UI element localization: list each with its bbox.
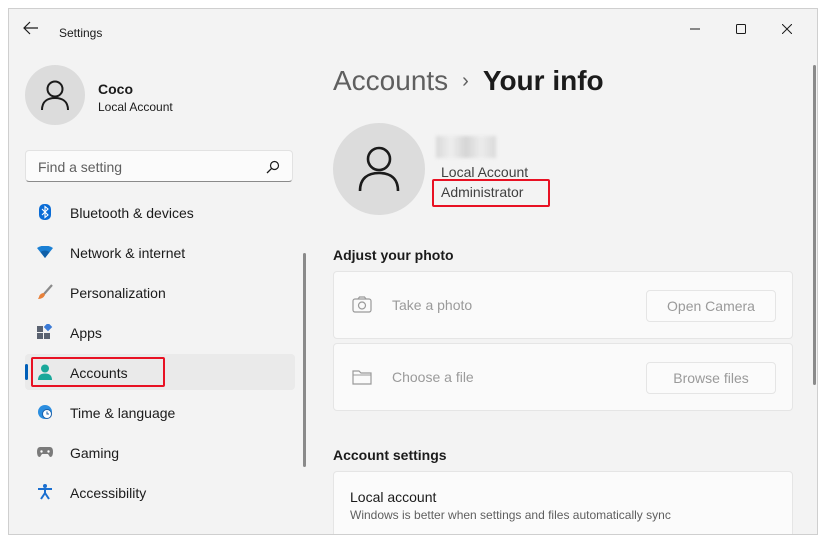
- search-icon[interactable]: [266, 160, 280, 174]
- bluetooth-icon: [37, 204, 53, 220]
- account-settings-heading: Account settings: [333, 447, 447, 463]
- back-arrow-icon: [23, 21, 38, 35]
- sidebar-item-label: Apps: [70, 325, 102, 341]
- minimize-icon: [690, 28, 700, 30]
- sidebar-item-label: Personalization: [70, 285, 166, 301]
- accessibility-icon: [37, 484, 53, 500]
- sidebar-item-label: Bluetooth & devices: [70, 205, 194, 221]
- user-icon: [41, 80, 69, 111]
- back-button[interactable]: [23, 21, 43, 37]
- choose-file-card: Choose a file Browse files: [333, 343, 793, 411]
- gamepad-icon: [37, 444, 53, 460]
- sidebar-scrollbar[interactable]: [303, 253, 306, 467]
- sidebar-item-label: Network & internet: [70, 245, 186, 261]
- user-avatar: [333, 123, 425, 215]
- local-account-description: Windows is better when settings and file…: [350, 508, 671, 522]
- sidebar-item-label: Gaming: [70, 445, 120, 461]
- selection-indicator: [25, 364, 28, 380]
- take-photo-card: Take a photo Open Camera: [333, 271, 793, 339]
- brush-icon: [37, 284, 53, 300]
- breadcrumb: Accounts › Your info: [333, 65, 604, 97]
- content-scrollbar[interactable]: [813, 65, 816, 385]
- user-icon: [358, 146, 400, 192]
- sidebar-item-apps[interactable]: Apps: [25, 314, 295, 350]
- user-account-type: Local Account: [441, 164, 529, 180]
- globe-clock-icon: [37, 404, 53, 420]
- sidebar-item-network[interactable]: Network & internet: [25, 234, 295, 270]
- sidebar-item-accessibility[interactable]: Accessibility: [25, 474, 295, 510]
- breadcrumb-parent[interactable]: Accounts: [333, 65, 448, 97]
- minimize-button[interactable]: [672, 15, 718, 43]
- chevron-right-icon: ›: [462, 69, 469, 92]
- browse-files-button[interactable]: Browse files: [646, 362, 776, 394]
- maximize-icon: [736, 24, 746, 34]
- camera-icon: [352, 296, 372, 313]
- search-box[interactable]: [25, 150, 293, 182]
- close-icon: [782, 24, 792, 34]
- sidebar-item-accounts[interactable]: Accounts: [25, 354, 295, 390]
- folder-icon: [352, 370, 372, 385]
- highlight-box: [31, 357, 165, 387]
- profile-name: Coco: [98, 81, 133, 97]
- sidebar-item-gaming[interactable]: Gaming: [25, 434, 295, 470]
- title-bar: Settings: [9, 9, 817, 49]
- local-account-title: Local account: [350, 489, 437, 505]
- maximize-button[interactable]: [718, 15, 764, 43]
- local-account-card[interactable]: Local account Windows is better when set…: [333, 471, 793, 534]
- blurred-username: [436, 136, 496, 158]
- highlight-box: [432, 179, 550, 207]
- adjust-photo-heading: Adjust your photo: [333, 247, 454, 263]
- choose-file-label: Choose a file: [392, 369, 474, 385]
- sidebar-item-bluetooth[interactable]: Bluetooth & devices: [25, 194, 295, 230]
- search-input[interactable]: [36, 156, 260, 178]
- sidebar-item-personalization[interactable]: Personalization: [25, 274, 295, 310]
- sidebar-item-label: Accessibility: [70, 485, 147, 501]
- settings-window: Settings Coco Local Account Find a setti…: [8, 8, 818, 535]
- close-button[interactable]: [764, 15, 810, 43]
- sidebar-nav: Bluetooth & devices Network & internet P…: [25, 194, 295, 514]
- open-camera-button[interactable]: Open Camera: [646, 290, 776, 322]
- sidebar-item-time-language[interactable]: Time & language: [25, 394, 295, 430]
- app-title: Settings: [59, 26, 103, 40]
- take-photo-label: Take a photo: [392, 297, 473, 313]
- sidebar-item-label: Time & language: [70, 405, 176, 421]
- profile-account-type: Local Account: [98, 100, 173, 114]
- page-title: Your info: [482, 65, 604, 96]
- profile-avatar[interactable]: [25, 65, 85, 125]
- apps-icon: [37, 324, 53, 340]
- wifi-icon: [37, 244, 53, 260]
